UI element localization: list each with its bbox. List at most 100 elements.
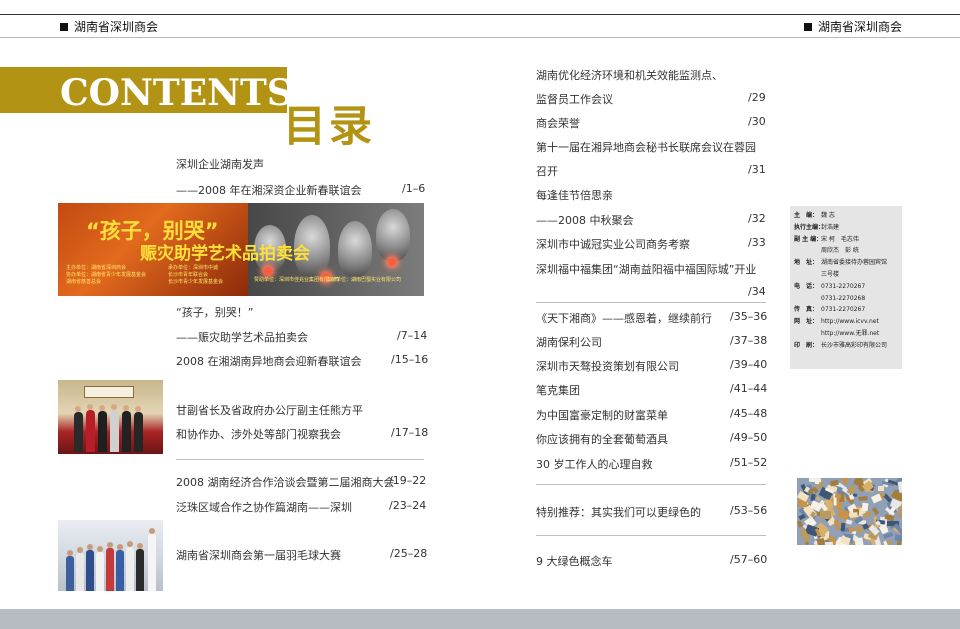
person-head — [99, 405, 105, 411]
toc-entry-page: /1–6 — [402, 182, 426, 195]
toc-entry-title[interactable]: 湖南省深圳商会第一届羽毛球大赛 — [176, 547, 341, 563]
candle-glow-icon — [388, 258, 396, 266]
person-head — [87, 544, 93, 550]
person-figure — [76, 553, 84, 591]
toc-entry-page: /33 — [748, 236, 766, 249]
toc-entry-title[interactable]: 商会荣誉 — [536, 115, 580, 131]
toc-entry-title[interactable]: 和协作办、涉外处等部门视察我会 — [176, 426, 341, 442]
person-head — [135, 406, 141, 412]
mosaic-chip — [896, 540, 902, 545]
mosaic-chip — [871, 506, 880, 516]
toc-entry-title[interactable]: 深圳福中福集团“湖南益阳福中福国际城”开业 — [536, 261, 756, 277]
toc-entry-page: /49–50 — [730, 431, 768, 444]
toc-entry-title[interactable]: 深圳市天骜投资策划有限公司 — [536, 358, 679, 374]
mosaic-chip — [849, 512, 858, 518]
person-figure — [74, 412, 83, 452]
toc-entry-title[interactable]: “孩子，别哭！” — [176, 304, 253, 320]
credit-value: 宋 柯 毛志伟 — [821, 235, 859, 243]
person-figure — [148, 534, 156, 591]
toc-entry-title[interactable]: 召开 — [536, 163, 558, 179]
toc-entry-title[interactable]: 《天下湘商》——感恩着，继续前行 — [536, 310, 712, 326]
person-head — [107, 542, 113, 548]
candle-glow-icon — [264, 267, 272, 275]
banner-sponsor-line: 支持单位：湖南巴蜀实业有限公司 — [326, 277, 402, 283]
mosaic-chip — [797, 520, 803, 528]
toc-entry-title[interactable]: ——2008 年在湘深资企业新春联谊会 — [176, 182, 362, 198]
section-divider — [536, 535, 766, 536]
mosaic-chip — [819, 510, 832, 520]
toc-entry-title[interactable]: 你应该拥有的全套葡萄酒具 — [536, 431, 668, 447]
mosaic-chip — [854, 537, 864, 545]
credit-label — [794, 328, 821, 340]
person-head — [77, 547, 83, 553]
credit-row: 传 真： 0731-2270267 — [794, 304, 898, 316]
toc-entry-title[interactable]: 特别推荐：其实我们可以更绿色的 — [536, 504, 701, 520]
mosaic-chip — [896, 512, 902, 519]
left-header-title: 湖南省深圳商会 — [74, 20, 159, 34]
toc-entry-title[interactable]: 2008 湖南经济合作洽谈会暨第二届湘商大会 — [176, 474, 395, 490]
credit-row: 主 编：魏 志 — [794, 210, 898, 222]
toc-entry-title[interactable]: 湖南优化经济环境和机关效能监测点、 — [536, 67, 723, 83]
credit-value: 封浩建 — [821, 223, 840, 231]
toc-entry-page: /39–40 — [730, 358, 768, 371]
toc-entry-page: /17–18 — [391, 426, 429, 439]
banner-sponsor-mid: 承办单位：深圳市中诚 长沙市青年联合会 长沙市青少年发展基金会 — [168, 265, 223, 286]
toc-entry-title[interactable]: 深圳市中诚冠实业公司商务考察 — [536, 236, 690, 252]
credit-row: 电 话： 0731-2270267 — [794, 281, 898, 293]
section-divider — [536, 484, 766, 485]
person-head — [149, 528, 155, 534]
toc-entry-title[interactable]: 泛珠区域合作之协作篇湖南——深圳 — [176, 499, 352, 515]
credit-label: 地 址： — [794, 259, 819, 267]
credit-value: 0731-2270268 — [821, 294, 866, 302]
banner-sponsor-line: 湖南省慈善总会 — [66, 279, 102, 285]
mulu-heading: 目录 — [283, 102, 375, 152]
child-figure — [376, 209, 410, 261]
person-figure — [66, 556, 74, 591]
person-head — [123, 405, 129, 411]
toc-entry-title[interactable]: 9 大绿色概念车 — [536, 553, 613, 569]
toc-entry-page: /41–44 — [730, 382, 768, 395]
banner-sponsor-line: 主办单位：湖南省深圳商会 — [66, 265, 127, 271]
toc-entry-page: /57–60 — [730, 553, 768, 566]
toc-entry-title[interactable]: 甘副省长及省政府办公厅副主任熊方平 — [176, 402, 363, 418]
toc-entry-title[interactable]: 为中国富豪定制的财富菜单 — [536, 407, 668, 423]
toc-entry-page: /25–28 — [390, 547, 428, 560]
toc-entry-page: /15–16 — [391, 353, 429, 366]
credit-label: 副 主 编： — [794, 235, 823, 243]
right-page-header: 湖南省深圳商会 — [803, 18, 902, 35]
square-bullet-icon — [60, 22, 68, 31]
toc-entry-title[interactable]: ——赈灾助学艺术品拍卖会 — [176, 329, 308, 345]
mosaic-chip — [816, 538, 826, 545]
person-figure — [98, 411, 107, 452]
person-figure — [116, 550, 124, 591]
credit-row: 地 址： 湖南省委接待办蓉园宾馆 — [794, 257, 898, 269]
contents-heading: CONTENTS — [60, 72, 293, 114]
credit-value[interactable]: http://www.无罪.net — [821, 328, 898, 340]
toc-entry-title[interactable]: 30 岁工作人的心理自救 — [536, 456, 653, 472]
toc-entry-title[interactable]: ——2008 中秋聚会 — [536, 212, 634, 228]
mosaic-chip — [814, 480, 820, 485]
toc-entry-title[interactable]: 每逢佳节倍思亲 — [536, 187, 613, 203]
credit-label — [794, 269, 821, 281]
person-figure — [96, 552, 104, 591]
person-figure — [86, 410, 95, 452]
toc-entry-title[interactable]: 监督员工作会议 — [536, 91, 613, 107]
toc-entry-page: /34 — [748, 285, 766, 298]
credit-label: 执行主编： — [794, 223, 825, 231]
credit-label — [794, 293, 821, 305]
credit-row: 周欣杰 彭 统 — [794, 245, 898, 257]
toc-entry-title[interactable]: 笔克集团 — [536, 382, 580, 398]
toc-entry-title[interactable]: 深圳企业湖南发声 — [176, 156, 264, 172]
toc-entry-title[interactable]: 2008 在湘湖南异地商会迎新春联谊会 — [176, 353, 362, 369]
toc-entry-title[interactable]: 湖南保利公司 — [536, 334, 602, 350]
auction-banner-image: “孩子，别哭” 赈灾助学艺术品拍卖会 主办单位：湖南省深圳商会 协办单位：湖南省… — [58, 203, 424, 296]
credit-value[interactable]: http://www.icvv.net — [821, 316, 898, 328]
credit-row: http://www.无罪.net — [794, 328, 898, 340]
mosaic-chip — [880, 492, 886, 497]
mosaic-chip — [861, 502, 869, 512]
person-head — [127, 541, 133, 547]
toc-entry-title[interactable]: 第十一届在湘异地商会秘书长联席会议在蓉园 — [536, 139, 756, 155]
person-figure — [136, 549, 144, 591]
credit-row: 0731-2270268 — [794, 293, 898, 305]
person-figure — [126, 547, 134, 591]
